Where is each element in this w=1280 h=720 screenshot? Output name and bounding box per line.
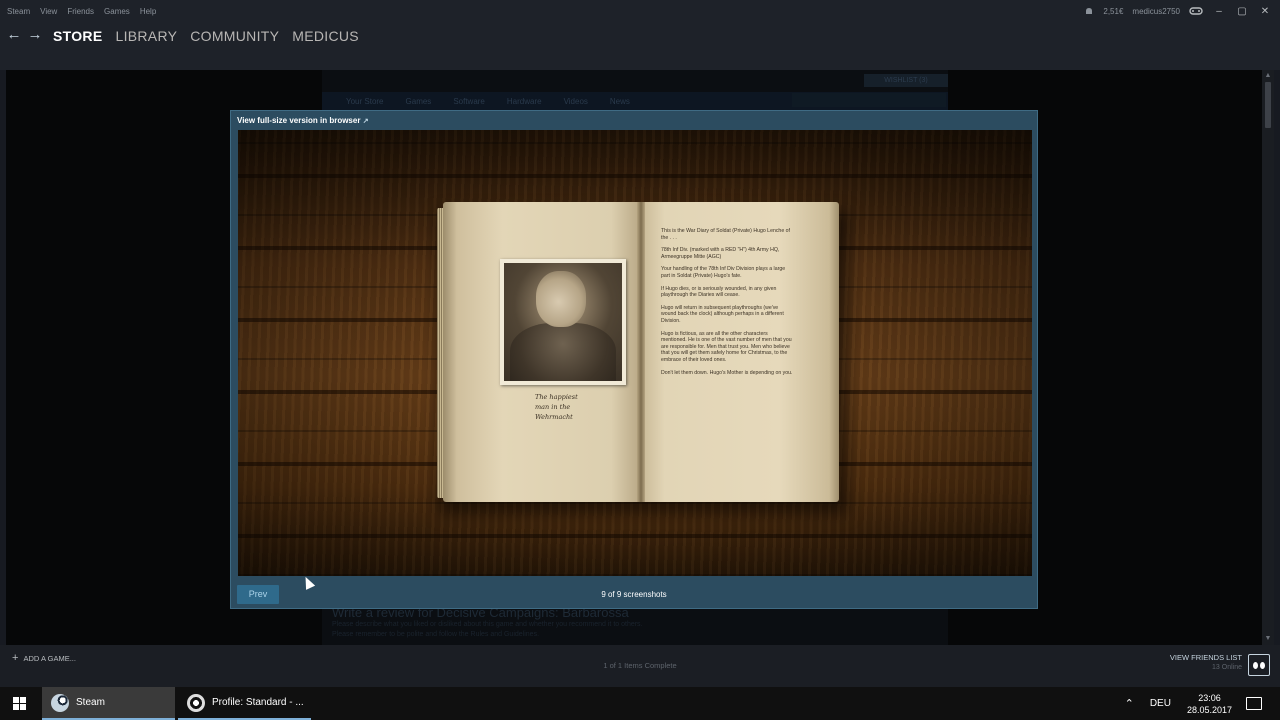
menu-view[interactable]: View — [40, 7, 57, 16]
diary-paragraph: Hugo is fictious, as are all the other c… — [661, 330, 792, 363]
nav-bar: ← → STORE LIBRARY COMMUNITY MEDICUS — [0, 22, 1280, 70]
notification-icon[interactable] — [1084, 6, 1094, 16]
windows-taskbar: Steam Profile: Standard - ... ⌃ DEU 23:0… — [0, 687, 1280, 720]
taskbar-steam-label[interactable]: Steam — [76, 697, 105, 708]
close-button[interactable]: ✕ — [1258, 4, 1272, 18]
scroll-up-icon[interactable]: ▲ — [1262, 70, 1274, 82]
taskbar-profile[interactable]: Profile: Standard - ... — [178, 687, 311, 720]
diary-paragraph: Your handling of the 78th Inf Div Divisi… — [661, 266, 786, 279]
diary-book: The happiest man in the Wehrmacht This i… — [437, 202, 839, 502]
wallet-balance[interactable]: 2,51€ — [1103, 7, 1123, 16]
store-nav-videos: Videos — [563, 96, 588, 106]
screenshot-viewer: View full-size version in browser ↗ The … — [230, 110, 1038, 609]
nav-profile[interactable]: MEDICUS — [292, 28, 359, 44]
windows-logo-icon — [13, 696, 27, 711]
diary-paragraph: Don't let them down. Hugo's Mother is de… — [661, 369, 793, 376]
diary-paragraph: 78th Inf Div. (marked with a RED "H") 4t… — [661, 247, 780, 260]
store-nav-your-store: Your Store — [346, 96, 384, 106]
menu-friends[interactable]: Friends — [67, 7, 94, 16]
menu-steam[interactable]: Steam — [7, 7, 30, 16]
soldier-photo — [500, 259, 626, 385]
friends-list-label[interactable]: VIEW FRIENDS LIST — [1170, 653, 1242, 662]
obs-icon — [187, 693, 205, 712]
friends-online-count: 13 Online — [1212, 664, 1242, 671]
screenshot-counter: 9 of 9 screenshots — [601, 590, 667, 599]
steam-icon — [51, 693, 69, 712]
downloads-status[interactable]: 1 of 1 Items Complete — [0, 661, 1280, 670]
external-link-icon: ↗ — [362, 118, 369, 125]
clock-date: 28.05.2017 — [1186, 704, 1232, 715]
steam-bottom-bar: + ADD A GAME... 1 of 1 Items Complete VIE… — [0, 645, 1280, 687]
right-page: This is the War Diary of Soldat (Private… — [641, 202, 839, 502]
nav-library[interactable]: LIBRARY — [115, 28, 177, 44]
store-nav-hardware: Hardware — [506, 96, 542, 106]
input-language[interactable]: DEU — [1150, 698, 1171, 709]
wishlist-button: WISHLIST (3) — [864, 74, 948, 87]
big-picture-icon[interactable] — [1189, 6, 1203, 16]
diary-paragraph: This is the War Diary of Soldat (Private… — [661, 228, 790, 241]
store-nav-news: News — [609, 96, 630, 106]
friends-icon[interactable] — [1248, 654, 1270, 676]
review-text: Please describe what you liked or dislik… — [332, 621, 643, 628]
username[interactable]: medicus2750 — [1132, 7, 1180, 16]
clock-time: 23:06 — [1198, 692, 1221, 703]
diary-paragraph: Hugo will return in subsequent playthrou… — [661, 304, 784, 324]
nav-store[interactable]: STORE — [53, 28, 102, 44]
taskbar-profile-label[interactable]: Profile: Standard - ... — [212, 697, 304, 708]
screenshot-image[interactable]: The happiest man in the Wehrmacht This i… — [238, 130, 1032, 576]
forward-arrow-icon[interactable]: → — [26, 26, 44, 43]
menu-bar: Steam View Friends Games Help 2,51€ medi… — [0, 0, 1280, 22]
scroll-down-icon[interactable]: ▼ — [1262, 633, 1274, 645]
start-button[interactable] — [0, 687, 40, 720]
viewer-controls: Prev 9 of 9 screenshots — [231, 581, 1037, 607]
store-search-input — [792, 93, 946, 107]
diary-paragraph: If Hugo dies, or is seriously wounded, i… — [661, 285, 777, 299]
book-spine — [637, 202, 645, 502]
maximize-button[interactable]: ▢ — [1235, 4, 1249, 18]
taskbar-steam[interactable]: Steam — [42, 687, 175, 720]
steam-window: Steam View Friends Games Help 2,51€ medi… — [0, 0, 1280, 720]
friends-list-button[interactable]: VIEW FRIENDS LIST 13 Online — [1170, 653, 1242, 671]
review-guidelines: Please remember to be polite and follow … — [332, 631, 540, 638]
left-page: The happiest man in the Wehrmacht — [443, 202, 641, 502]
nav-community[interactable]: COMMUNITY — [190, 28, 279, 44]
view-full-size-label[interactable]: View full-size version in browser — [237, 116, 360, 125]
diary-text: This is the War Diary of Soldat (Private… — [661, 228, 793, 382]
vertical-scrollbar[interactable]: ▲ ▼ — [1262, 70, 1274, 645]
photo-caption: The happiest man in the Wehrmacht — [535, 393, 578, 421]
scrollbar-thumb[interactable] — [1265, 82, 1271, 128]
view-full-size-link[interactable]: View full-size version in browser ↗ — [237, 116, 369, 125]
menu-games[interactable]: Games — [104, 7, 130, 16]
clock[interactable]: 23:06 28.05.2017 — [1187, 692, 1232, 716]
store-nav-software: Software — [453, 96, 485, 106]
store-nav-games: Games — [405, 96, 432, 106]
action-center-icon[interactable] — [1246, 697, 1262, 710]
minimize-button[interactable]: – — [1212, 4, 1226, 18]
back-arrow-icon[interactable]: ← — [5, 26, 23, 43]
tray-expand-icon[interactable]: ⌃ — [1125, 697, 1134, 710]
menu-help[interactable]: Help — [140, 7, 156, 16]
system-tray: ⌃ DEU 23:06 28.05.2017 — [1125, 687, 1280, 720]
